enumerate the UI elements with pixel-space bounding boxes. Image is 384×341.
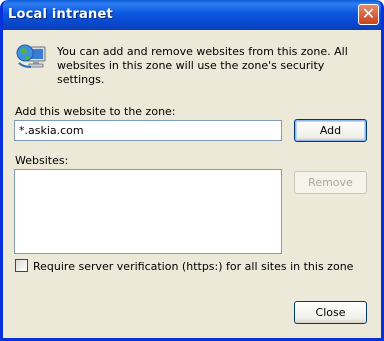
close-window-button[interactable]: ✕: [358, 4, 379, 25]
window-title: Local intranet: [8, 7, 113, 22]
add-button[interactable]: Add: [294, 119, 367, 142]
close-button[interactable]: Close: [294, 301, 367, 324]
website-input[interactable]: [14, 120, 282, 141]
local-intranet-zone-icon: [16, 44, 46, 68]
zone-info-text: You can add and remove websites from thi…: [57, 45, 348, 86]
websites-list[interactable]: [14, 169, 282, 254]
add-website-label: Add this website to the zone:: [15, 105, 176, 118]
websites-label: Websites:: [15, 154, 69, 167]
close-icon: ✕: [361, 4, 376, 23]
require-verification-label: Require server verification (https:) for…: [33, 260, 354, 273]
remove-button[interactable]: Remove: [294, 171, 367, 194]
require-verification-checkbox[interactable]: [15, 259, 28, 272]
title-bar[interactable]: Local intranet ✕: [3, 0, 381, 30]
